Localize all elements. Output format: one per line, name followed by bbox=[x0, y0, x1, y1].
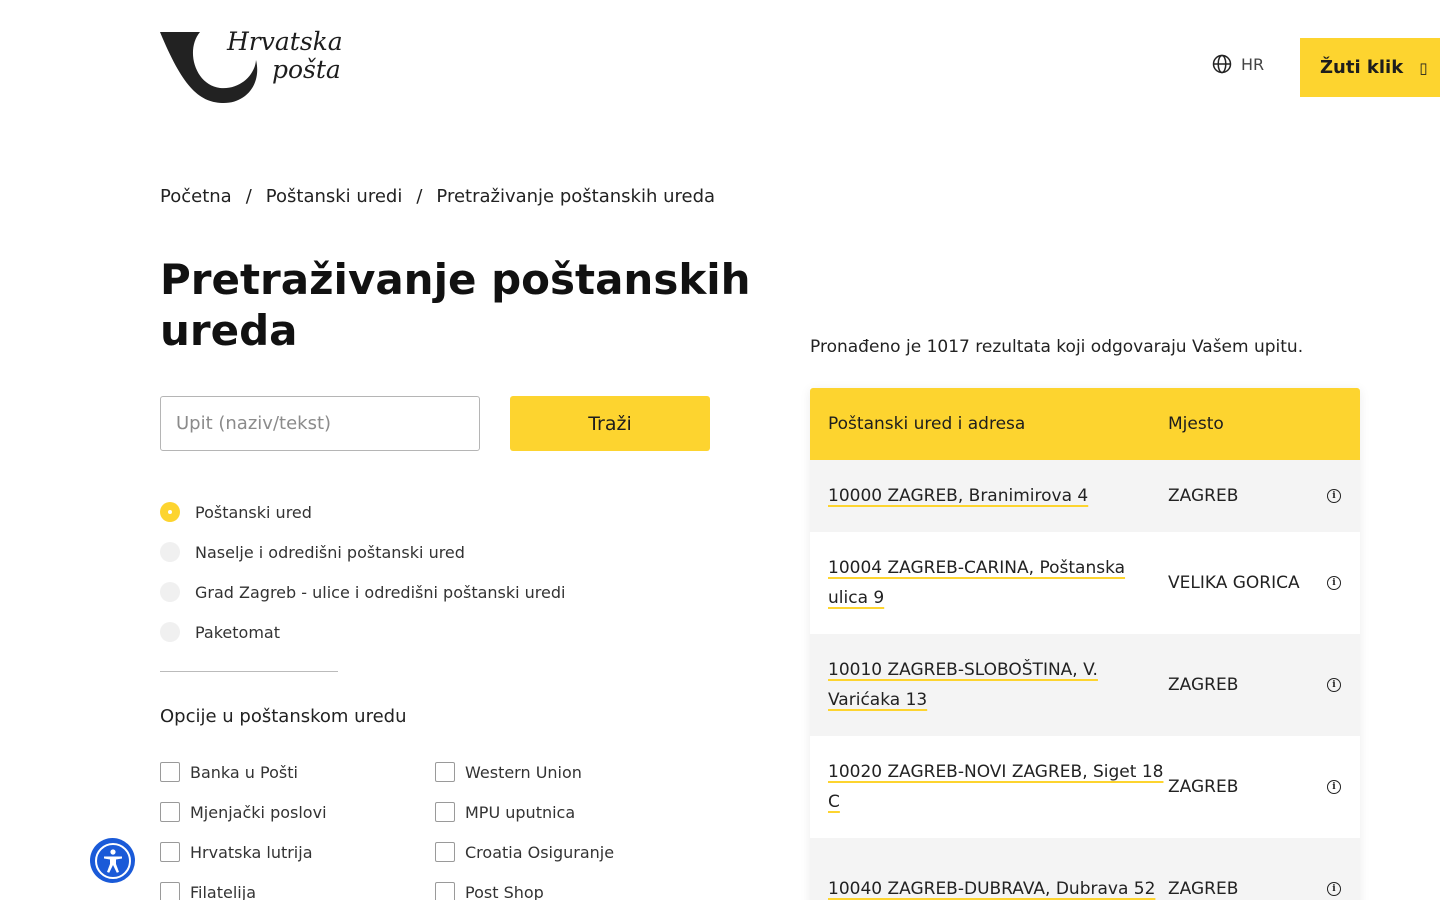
page-title: Pretraživanje poštanskih ureda bbox=[160, 255, 751, 355]
radio-label: Grad Zagreb - ulice i odredišni poštansk… bbox=[195, 582, 566, 602]
info-icon[interactable]: i bbox=[1327, 780, 1341, 794]
breadcrumb-separator: / bbox=[416, 186, 423, 207]
search-type-group: Poštanski ured Naselje i odredišni pošta… bbox=[160, 492, 565, 652]
globe-icon bbox=[1212, 54, 1232, 74]
zuti-klik-button[interactable]: Žuti klik ▯ bbox=[1300, 38, 1440, 97]
option-insurance[interactable]: Croatia Osiguranje bbox=[435, 832, 710, 872]
place-cell: ZAGREB bbox=[1168, 675, 1239, 695]
table-row: 10020 ZAGREB-NOVI ZAGREB, Siget 18 C ZAG… bbox=[810, 736, 1360, 838]
radio-label: Paketomat bbox=[195, 622, 280, 642]
office-link[interactable]: 10040 ZAGREB-DUBRAVA, Dubrava 52 bbox=[828, 879, 1155, 899]
breadcrumb-current: Pretraživanje poštanskih ureda bbox=[436, 186, 716, 207]
checkbox[interactable] bbox=[160, 802, 180, 822]
option-label: Filatelija bbox=[190, 882, 256, 900]
option-label: MPU uputnica bbox=[465, 802, 576, 822]
logo-text: Hrvatska pošta bbox=[227, 28, 343, 84]
checkbox[interactable] bbox=[435, 842, 455, 862]
option-label: Croatia Osiguranje bbox=[465, 842, 615, 862]
place-cell: VELIKA GORICA bbox=[1168, 573, 1300, 593]
radio-indicator[interactable] bbox=[160, 622, 180, 642]
options-checklist: Banka u Pošti Western Union Mjenjački po… bbox=[160, 752, 720, 900]
results-table: Poštanski ured i adresa Mjesto 10000 ZAG… bbox=[810, 388, 1360, 900]
checkbox[interactable] bbox=[435, 762, 455, 782]
table-header: Poštanski ured i adresa Mjesto bbox=[810, 388, 1360, 460]
radio-indicator[interactable] bbox=[160, 542, 180, 562]
column-header-place: Mjesto bbox=[1168, 414, 1224, 434]
checkbox[interactable] bbox=[160, 762, 180, 782]
table-body: 10000 ZAGREB, Branimirova 4 ZAGREB i 100… bbox=[810, 460, 1360, 900]
language-switcher[interactable]: HR bbox=[1212, 54, 1264, 74]
checkbox[interactable] bbox=[435, 882, 455, 900]
table-row: 10000 ZAGREB, Branimirova 4 ZAGREB i bbox=[810, 460, 1360, 532]
column-header-address: Poštanski ured i adresa bbox=[828, 414, 1026, 434]
radio-label: Poštanski ured bbox=[195, 502, 312, 522]
radio-parcel-locker[interactable]: Paketomat bbox=[160, 612, 565, 652]
option-exchange[interactable]: Mjenjački poslovi bbox=[160, 792, 435, 832]
option-label: Post Shop bbox=[465, 882, 544, 900]
accessibility-icon bbox=[94, 842, 131, 879]
option-label: Mjenjački poslovi bbox=[190, 802, 327, 822]
place-cell: ZAGREB bbox=[1168, 486, 1239, 506]
breadcrumb-post-offices[interactable]: Poštanski uredi bbox=[266, 186, 403, 207]
option-lottery[interactable]: Hrvatska lutrija bbox=[160, 832, 435, 872]
radio-indicator[interactable] bbox=[160, 582, 180, 602]
results-summary: Pronađeno je 1017 rezultata koji odgovar… bbox=[810, 337, 1304, 357]
logo-line2: pošta bbox=[272, 55, 341, 84]
option-label: Hrvatska lutrija bbox=[190, 842, 313, 862]
radio-indicator[interactable] bbox=[160, 502, 180, 522]
breadcrumb-separator: / bbox=[245, 186, 252, 207]
zuti-klik-label: Žuti klik bbox=[1320, 57, 1404, 78]
divider bbox=[160, 671, 338, 672]
accessibility-button[interactable] bbox=[90, 838, 135, 883]
logo-line1: Hrvatska bbox=[227, 27, 343, 56]
search-input[interactable] bbox=[160, 396, 480, 451]
options-title: Opcije u poštanskom uredu bbox=[160, 706, 407, 727]
table-row: 10040 ZAGREB-DUBRAVA, Dubrava 52 ZAGREB … bbox=[810, 838, 1360, 900]
option-bank[interactable]: Banka u Pošti bbox=[160, 752, 435, 792]
office-link[interactable]: 10020 ZAGREB-NOVI ZAGREB, Siget 18 C bbox=[828, 762, 1163, 812]
checkbox[interactable] bbox=[435, 802, 455, 822]
radio-settlement[interactable]: Naselje i odredišni poštanski ured bbox=[160, 532, 565, 572]
option-philately[interactable]: Filatelija bbox=[160, 872, 435, 900]
option-label: Banka u Pošti bbox=[190, 762, 298, 782]
info-icon[interactable]: i bbox=[1327, 489, 1341, 503]
checkbox[interactable] bbox=[160, 842, 180, 862]
radio-zagreb-streets[interactable]: Grad Zagreb - ulice i odredišni poštansk… bbox=[160, 572, 565, 612]
info-icon[interactable]: i bbox=[1327, 576, 1341, 590]
info-icon[interactable]: i bbox=[1327, 882, 1341, 896]
table-row: 10004 ZAGREB-CARINA, Poštanska ulica 9 V… bbox=[810, 532, 1360, 634]
office-link[interactable]: 10004 ZAGREB-CARINA, Poštanska ulica 9 bbox=[828, 558, 1125, 608]
place-cell: ZAGREB bbox=[1168, 879, 1239, 899]
option-label: Western Union bbox=[465, 762, 582, 782]
option-post-shop[interactable]: Post Shop bbox=[435, 872, 710, 900]
logo[interactable]: Hrvatska pošta bbox=[160, 28, 360, 105]
checkbox[interactable] bbox=[160, 882, 180, 900]
language-label: HR bbox=[1241, 54, 1265, 74]
place-cell: ZAGREB bbox=[1168, 777, 1239, 797]
option-western-union[interactable]: Western Union bbox=[435, 752, 710, 792]
option-mpu[interactable]: MPU uputnica bbox=[435, 792, 710, 832]
breadcrumb-home[interactable]: Početna bbox=[160, 186, 232, 207]
office-link[interactable]: 10010 ZAGREB-SLOBOŠTINA, V. Varićaka 13 bbox=[828, 660, 1098, 710]
info-icon[interactable]: i bbox=[1327, 678, 1341, 692]
radio-label: Naselje i odredišni poštanski ured bbox=[195, 542, 465, 562]
office-link[interactable]: 10000 ZAGREB, Branimirova 4 bbox=[828, 486, 1088, 506]
radio-post-office[interactable]: Poštanski ured bbox=[160, 492, 565, 532]
breadcrumb: Početna / Poštanski uredi / Pretraživanj… bbox=[160, 186, 715, 207]
table-row: 10010 ZAGREB-SLOBOŠTINA, V. Varićaka 13 … bbox=[810, 634, 1360, 736]
box-icon: ▯ bbox=[1419, 58, 1428, 77]
search-button[interactable]: Traži bbox=[510, 396, 710, 451]
